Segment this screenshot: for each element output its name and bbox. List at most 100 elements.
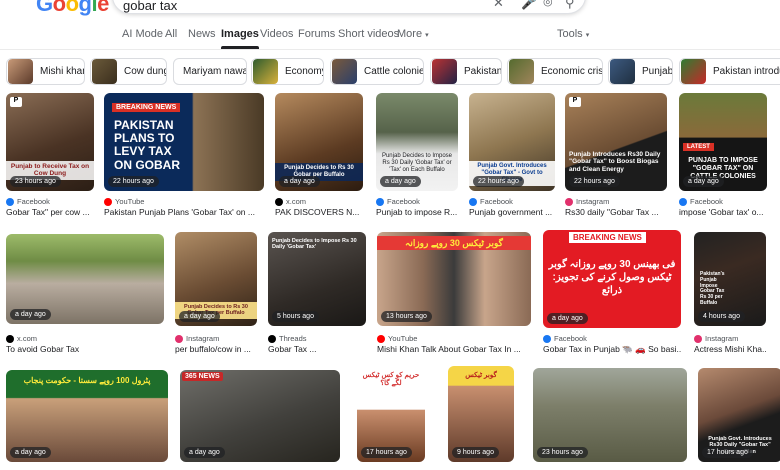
chip-thumbnail	[8, 59, 33, 84]
time-badge: a day ago	[10, 447, 51, 458]
chip-label: Economic crisis	[541, 66, 603, 77]
logo-letter: o	[52, 0, 66, 16]
breaking-news-badge: BREAKING NEWS	[112, 103, 181, 112]
time-badge: a day ago	[179, 311, 220, 322]
tools-button[interactable]: Tools ▾	[557, 28, 589, 40]
logo-letter: o	[65, 0, 79, 16]
image-caption: گوبر ٹیکس	[465, 372, 497, 379]
result-title[interactable]: PAK DISCOVERS N...	[275, 207, 363, 217]
source-name: Instagram	[705, 334, 739, 343]
time-badge: 9 hours ago	[452, 447, 499, 458]
chip-pakistan-introduce[interactable]: Pakistan introduce	[679, 58, 780, 85]
result-title[interactable]: Punjab government ...	[469, 207, 555, 217]
tab-all[interactable]: All	[165, 28, 177, 40]
chip-thumbnail	[509, 59, 534, 84]
result-image: Punjab Govt. Introduces Rs30 Daily "Goba…	[698, 368, 780, 462]
search-input[interactable]: gobar tax	[123, 0, 177, 13]
tab-forums[interactable]: Forums	[298, 28, 335, 40]
result-title[interactable]: Rs30 daily "Gobar Tax ...	[565, 207, 667, 217]
source-name: Facebook	[387, 197, 420, 206]
chip-economy[interactable]: Economy	[251, 58, 324, 85]
result-title[interactable]: per buffalo/cow in ...	[175, 344, 257, 354]
chip-pakistan[interactable]: Pakistan	[430, 58, 502, 85]
result-image: Punjab Decides to Rs 30 Gobar Tax per Bu…	[175, 232, 257, 326]
chip-mishi-khan[interactable]: Mishi khan	[6, 58, 85, 85]
result-source[interactable]: YouTube	[104, 197, 144, 206]
chip-thumbnail	[332, 59, 357, 84]
result-source[interactable]: Facebook	[469, 197, 513, 206]
result-title[interactable]: impose 'Gobar tax' o...	[679, 207, 767, 217]
result-title[interactable]: Gobar Tax in Punjab 🐃 🚗 So basi...	[543, 344, 681, 355]
time-badge: 23 hours ago	[10, 176, 61, 187]
image-caption: Punjab Decides to Impose Rs 30 Daily 'Go…	[381, 153, 453, 173]
chip-mariyam-nawaz[interactable]: Mariyam nawaz	[173, 58, 247, 85]
tab-news[interactable]: News	[188, 28, 216, 40]
chip-thumbnail	[610, 59, 635, 84]
logo-letter: e	[97, 0, 109, 16]
chip-economic-crisis[interactable]: Economic crisis	[507, 58, 603, 85]
chip-cattle-colonies[interactable]: Cattle colonies	[330, 58, 424, 85]
time-badge: 13 hours ago	[381, 311, 432, 322]
result-image: گوبر ٹیکس 9 hours ago	[448, 366, 514, 462]
result-title[interactable]: Actress Mishi Kha...	[694, 344, 766, 354]
chip-cow-dung[interactable]: Cow dung	[90, 58, 167, 85]
time-badge: a day ago	[279, 176, 320, 187]
result-title[interactable]: Gobar Tax ...	[268, 344, 366, 354]
chip-label: Mariyam nawaz	[183, 66, 247, 77]
logo-letter: g	[78, 0, 92, 16]
image-caption: فی بھینس 30 روپے روزانہ گوبر ٹیکس وصول ک…	[548, 259, 676, 296]
source-name: Facebook	[480, 197, 513, 206]
result-image: 23 hours ago	[533, 368, 687, 462]
tab-videos[interactable]: Videos	[260, 28, 293, 40]
channel-logo: 365 NEWS	[182, 372, 223, 381]
facebook-icon	[376, 197, 384, 206]
source-name: YouTube	[388, 334, 418, 343]
result-source[interactable]: Facebook	[543, 334, 587, 343]
result-source[interactable]: Facebook	[6, 197, 50, 206]
result-source[interactable]: x.com	[6, 334, 37, 343]
result-title[interactable]: Mishi Khan Talk About Gobar Tax In ...	[377, 344, 531, 354]
result-source[interactable]: Facebook	[679, 197, 723, 206]
result-source[interactable]: x.com	[275, 197, 306, 206]
tab-short-videos[interactable]: Short videos	[338, 28, 399, 40]
result-source[interactable]: Instagram	[175, 334, 219, 343]
result-source[interactable]: YouTube	[377, 334, 417, 343]
time-badge: a day ago	[547, 313, 588, 324]
tools-label: Tools	[557, 28, 583, 40]
chip-label: Mishi khan	[40, 66, 85, 77]
search-icon[interactable]: ⚲	[565, 0, 575, 11]
tab-more[interactable]: More ▾	[397, 28, 429, 40]
result-source[interactable]: Facebook	[376, 197, 420, 206]
result-title[interactable]: Gobar Tax" per cow ...	[6, 207, 94, 217]
microphone-icon[interactable]: 🎤	[521, 0, 537, 11]
time-badge: 17 hours ago	[361, 447, 412, 458]
source-name: Facebook	[554, 334, 587, 343]
source-name: Instagram	[186, 334, 220, 343]
image-caption: گوبر ٹیکس 30 روپے روزانہ	[377, 236, 531, 251]
result-source[interactable]: Threads	[268, 334, 307, 343]
result-image: پٹرول 100 روپے سستا - حکومت پنجاب a day …	[6, 370, 168, 462]
result-source[interactable]: Instagram	[565, 197, 609, 206]
chevron-down-icon: ▾	[585, 32, 590, 39]
result-image: BREAKING NEWS فی بھینس 30 روپے روزانہ گو…	[543, 230, 681, 328]
chip-label: Cow dung	[124, 66, 167, 77]
result-title[interactable]: Punjab to impose R...	[376, 207, 458, 217]
result-title[interactable]: Pakistan Punjab Plans 'Gobar Tax' on ...	[104, 207, 264, 217]
search-box[interactable]: gobar tax ✕ 🎤 ◎ ⚲	[112, 0, 586, 14]
time-badge: 4 hours ago	[698, 311, 745, 322]
source-name: x.com	[17, 334, 38, 343]
tab-images[interactable]: Images	[221, 28, 259, 49]
result-source[interactable]: Instagram	[694, 334, 738, 343]
facebook-icon	[469, 197, 477, 206]
source-name: x.com	[286, 197, 307, 206]
result-image: Punjab Decides to Impose Rs 30 Daily 'Go…	[376, 93, 458, 191]
facebook-icon	[6, 197, 14, 206]
google-logo[interactable]: Google	[36, 0, 109, 17]
result-title[interactable]: To avoid Gobar Tax	[6, 344, 164, 354]
latest-badge: LATEST	[683, 143, 714, 151]
clear-icon[interactable]: ✕	[493, 0, 504, 11]
chip-punjab[interactable]: Punjab	[608, 58, 673, 85]
chip-label: Pakistan	[464, 66, 502, 77]
tab-ai-mode[interactable]: AI Mode	[122, 28, 163, 40]
lens-icon[interactable]: ◎	[543, 0, 553, 8]
